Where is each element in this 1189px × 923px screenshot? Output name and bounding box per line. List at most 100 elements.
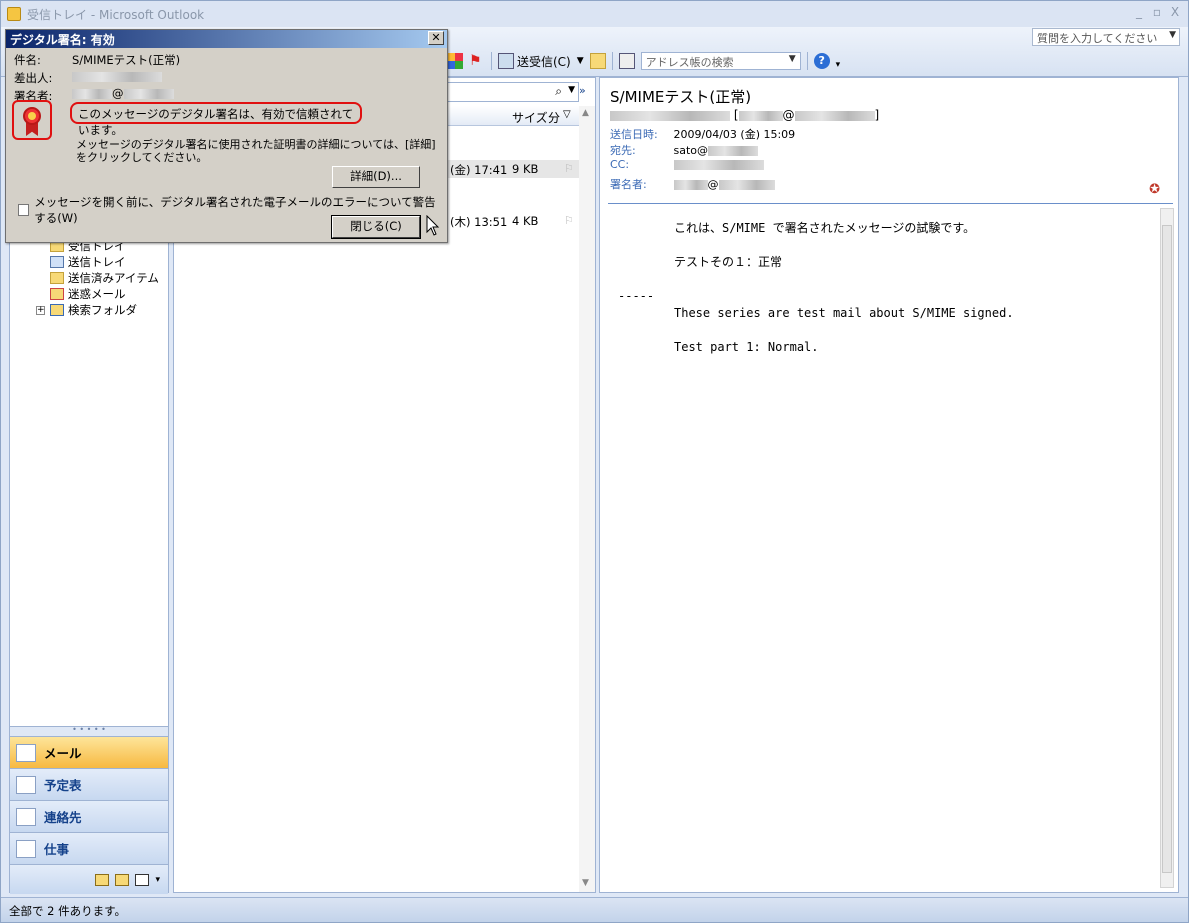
title-bar: 受信トレイ - Microsoft Outlook _ ▫ X	[1, 1, 1188, 27]
maximize-button[interactable]: ▫	[1149, 5, 1165, 19]
mouse-cursor-icon	[426, 215, 440, 236]
help-question-input[interactable]: 質問を入力してください ▼	[1032, 28, 1180, 46]
folder-search-folders[interactable]: + 検索フォルダ	[10, 302, 168, 318]
folder-junk[interactable]: 迷惑メール	[10, 286, 168, 302]
chevron-down-icon[interactable]: ▼	[568, 85, 575, 95]
toolbar-separator	[611, 52, 613, 70]
search-icon[interactable]: ⌕	[555, 84, 562, 99]
close-window-button[interactable]: X	[1167, 5, 1183, 19]
body-line: -----	[618, 289, 655, 303]
toolbar-separator	[806, 52, 808, 70]
field-label: 宛先:	[610, 144, 636, 157]
flag-icon[interactable]: ⚑	[469, 53, 485, 69]
folder-label: 送信済みアイテム	[68, 271, 159, 285]
nav-buttons: • • • • • メール 予定表 連絡先 仕事 ▾	[10, 726, 168, 894]
toolbar-options-icon[interactable]: ▾	[836, 60, 841, 70]
digital-signature-badge-icon[interactable]: ✪	[1149, 182, 1160, 197]
nav-button-calendar[interactable]: 予定表	[10, 768, 168, 800]
redacted-cc	[673, 160, 764, 170]
flag-icon[interactable]: ⚐	[564, 214, 574, 227]
sender-label: 差出人:	[14, 71, 53, 85]
close-button[interactable]: 閉じる(C)	[331, 215, 421, 239]
dialog-title-bar: デジタル署名: 有効 ✕	[6, 30, 447, 48]
nav-button-tasks[interactable]: 仕事	[10, 832, 168, 864]
close-icon[interactable]: ✕	[428, 31, 444, 45]
junk-folder-icon	[50, 288, 64, 300]
body-line: テストその１：正常	[674, 255, 783, 269]
details-button[interactable]: 詳細(D)...	[332, 166, 420, 188]
outbox-folder-icon	[50, 256, 64, 268]
categorize-icon[interactable]	[447, 53, 463, 69]
nav-button-label: 予定表	[44, 778, 82, 793]
subject-value: S/MIMEテスト(正常)	[72, 53, 181, 67]
chevron-down-icon[interactable]: ▼	[1169, 30, 1176, 40]
expand-icon[interactable]: +	[36, 306, 45, 315]
scroll-up-icon[interactable]: ▲	[582, 108, 589, 118]
dialog-title: デジタル署名: 有効	[10, 33, 115, 47]
send-receive-dropdown[interactable]: ▼	[577, 56, 584, 66]
nav-button-contacts[interactable]: 連絡先	[10, 800, 168, 832]
field-value: 2009/04/03 (金) 15:09	[673, 128, 796, 141]
body-line: Test part 1: Normal.	[674, 340, 819, 354]
redacted-signer-domain	[123, 88, 174, 99]
redacted-signer-user	[673, 180, 708, 190]
message-size: 9 KB	[512, 162, 539, 176]
send-receive-label: 送受信(C)	[517, 54, 571, 69]
flag-column-icon: ▽	[563, 109, 571, 120]
shortcuts-icon[interactable]	[135, 873, 150, 886]
folder-label: 検索フォルダ	[68, 303, 137, 317]
message-subject: S/MIMEテスト(正常)	[610, 88, 752, 106]
expand-query-icon[interactable]: »	[579, 84, 586, 97]
folder-outbox[interactable]: 送信トレイ	[10, 254, 168, 270]
folder-list: 受信トレイ 送信トレイ 送信済みアイテム 迷惑メール + 検索フォルダ	[10, 238, 168, 318]
send-receive-button[interactable]: 送受信(C)	[498, 53, 571, 70]
nav-button-label: 連絡先	[44, 810, 82, 825]
subject-label: 件名:	[14, 53, 41, 67]
nav-splitter-grip[interactable]: • • • • •	[10, 726, 168, 736]
sent-items-folder-icon	[50, 272, 64, 284]
signer-at-sign: @	[707, 178, 719, 191]
field-label: 送信日時:	[610, 128, 658, 141]
signer-at-sign: @	[112, 86, 124, 100]
redacted-sender-user	[738, 110, 783, 121]
redacted-recipient-domain	[708, 146, 759, 156]
scroll-down-icon[interactable]: ▼	[582, 878, 589, 888]
folder-list-icon[interactable]	[115, 873, 130, 886]
configure-buttons-icon[interactable]: ▾	[155, 875, 160, 885]
chevron-down-icon[interactable]: ▼	[789, 54, 796, 64]
outlook-window: 受信トレイ - Microsoft Outlook _ ▫ X 質問を入力してく…	[0, 0, 1189, 923]
column-size[interactable]: サイズ	[512, 109, 548, 126]
column-flag[interactable]: 分	[548, 109, 560, 126]
valid-signature-icon	[12, 100, 52, 140]
status-text: 全部で 2 件あります。	[9, 904, 126, 918]
help-icon[interactable]: ?	[813, 53, 830, 69]
minimize-button[interactable]: _	[1131, 5, 1147, 19]
signature-status-message: このメッセージのデジタル署名は、有効で信頼されています。	[70, 102, 362, 137]
tasks-icon	[16, 839, 36, 858]
message-from: [@]	[610, 108, 879, 122]
redacted-signer-user	[72, 88, 112, 99]
message-list-scrollbar[interactable]: ▲ ▼	[579, 106, 595, 892]
flag-icon[interactable]: ⚐	[564, 162, 574, 175]
nav-button-label: 仕事	[44, 842, 70, 857]
standard-toolbar: ⚑ 送受信(C) ▼ アドレス帳の検索 ▼ ? ▾	[447, 49, 840, 73]
scrollbar-thumb[interactable]	[1162, 225, 1172, 873]
reading-pane-scrollbar[interactable]	[1160, 208, 1174, 888]
address-book-search-input[interactable]: アドレス帳の検索 ▼	[640, 52, 801, 70]
help-question-placeholder: 質問を入力してください	[1037, 32, 1158, 45]
find-folder-icon[interactable]	[589, 53, 606, 69]
address-book-icon[interactable]	[618, 53, 635, 69]
signer-field: 署名者: @	[610, 176, 775, 192]
mail-icon	[16, 743, 36, 762]
folder-sent-items[interactable]: 送信済みアイテム	[10, 270, 168, 286]
nav-button-label: メール	[44, 746, 82, 761]
nav-shortcut-bar: ▾	[10, 864, 168, 894]
folder-label: 送信トレイ	[68, 255, 126, 269]
checkbox-box[interactable]	[18, 204, 30, 216]
notes-icon[interactable]	[95, 873, 110, 886]
field-label: CC:	[610, 158, 630, 171]
nav-button-mail[interactable]: メール	[10, 736, 168, 768]
message-size: 4 KB	[512, 214, 539, 228]
message-body: これは、S/MIME で署名されたメッセージの試験です。 テストその１：正常 -…	[618, 220, 1138, 373]
body-line: これは、S/MIME で署名されたメッセージの試験です。	[674, 221, 976, 235]
